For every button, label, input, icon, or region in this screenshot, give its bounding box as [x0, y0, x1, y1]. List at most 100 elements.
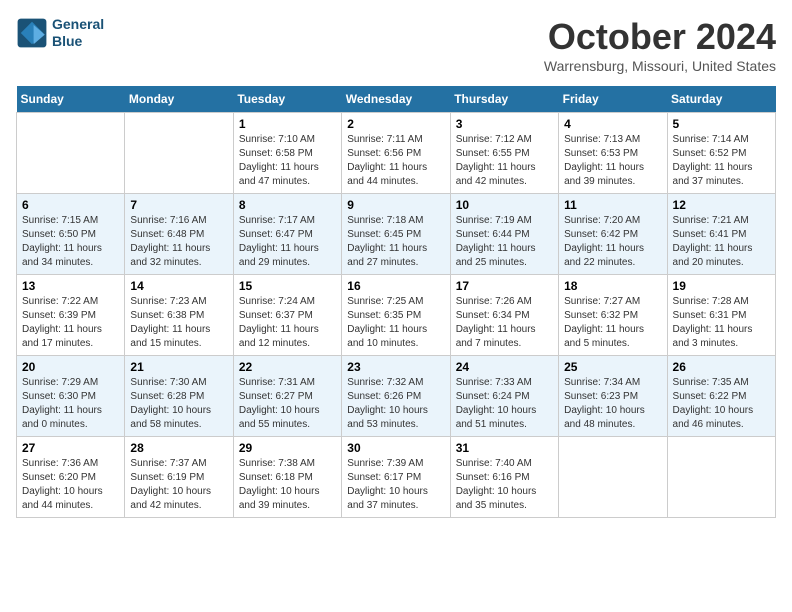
- calendar-week-row: 6 Sunrise: 7:15 AM Sunset: 6:50 PM Daylig…: [17, 194, 776, 275]
- calendar-week-row: 13 Sunrise: 7:22 AM Sunset: 6:39 PM Dayli…: [17, 275, 776, 356]
- day-number: 5: [673, 117, 770, 131]
- day-info: Sunrise: 7:28 AM Sunset: 6:31 PM Dayligh…: [673, 295, 770, 351]
- calendar-cell: 1 Sunrise: 7:10 AM Sunset: 6:58 PM Daylig…: [233, 113, 341, 194]
- calendar-cell: 20 Sunrise: 7:29 AM Sunset: 6:30 PM Dayli…: [17, 356, 125, 437]
- day-info: Sunrise: 7:31 AM Sunset: 6:27 PM Dayligh…: [239, 376, 336, 432]
- day-number: 26: [673, 360, 770, 374]
- calendar-cell: [559, 437, 667, 518]
- calendar-cell: 2Sunrise: 7:11 AM Sunset: 6:56 PM Daylig…: [342, 113, 450, 194]
- day-info: Sunrise: 7:32 AM Sunset: 6:26 PM Dayligh…: [347, 376, 444, 432]
- calendar-cell: 10 Sunrise: 7:19 AM Sunset: 6:44 PM Dayli…: [450, 194, 558, 275]
- calendar-cell: 29Sunrise: 7:38 AM Sunset: 6:18 PM Dayli…: [233, 437, 341, 518]
- day-number: 10: [456, 198, 553, 212]
- day-info: Sunrise: 7:25 AM Sunset: 6:35 PM Dayligh…: [347, 295, 444, 351]
- day-info: Sunrise: 7:29 AM Sunset: 6:30 PM Dayligh…: [22, 376, 119, 432]
- calendar-cell: 31 Sunrise: 7:40 AM Sunset: 6:16 PM Dayli…: [450, 437, 558, 518]
- day-number: 22: [239, 360, 336, 374]
- calendar-cell: 26 Sunrise: 7:35 AM Sunset: 6:22 PM Dayli…: [667, 356, 775, 437]
- weekday-header: Thursday: [450, 86, 558, 113]
- header-row: SundayMondayTuesdayWednesdayThursdayFrid…: [17, 86, 776, 113]
- calendar-cell: 19 Sunrise: 7:28 AM Sunset: 6:31 PM Dayli…: [667, 275, 775, 356]
- calendar-body: 1 Sunrise: 7:10 AM Sunset: 6:58 PM Daylig…: [17, 113, 776, 518]
- day-number: 23: [347, 360, 444, 374]
- calendar-cell: 9Sunrise: 7:18 AM Sunset: 6:45 PM Daylig…: [342, 194, 450, 275]
- calendar-cell: 11Sunrise: 7:20 AM Sunset: 6:42 PM Dayli…: [559, 194, 667, 275]
- day-number: 3: [456, 117, 553, 131]
- day-number: 20: [22, 360, 119, 374]
- day-number: 7: [130, 198, 227, 212]
- calendar-cell: 3Sunrise: 7:12 AM Sunset: 6:55 PM Daylig…: [450, 113, 558, 194]
- day-number: 8: [239, 198, 336, 212]
- day-number: 4: [564, 117, 661, 131]
- day-number: 12: [673, 198, 770, 212]
- calendar-cell: 25 Sunrise: 7:34 AM Sunset: 6:23 PM Dayli…: [559, 356, 667, 437]
- page-header: General Blue October 2024 Warrensburg, M…: [16, 16, 776, 74]
- calendar-cell: 15Sunrise: 7:24 AM Sunset: 6:37 PM Dayli…: [233, 275, 341, 356]
- day-info: Sunrise: 7:33 AM Sunset: 6:24 PM Dayligh…: [456, 376, 553, 432]
- day-info: Sunrise: 7:30 AM Sunset: 6:28 PM Dayligh…: [130, 376, 227, 432]
- calendar-cell: 27 Sunrise: 7:36 AM Sunset: 6:20 PM Dayli…: [17, 437, 125, 518]
- calendar-cell: 23 Sunrise: 7:32 AM Sunset: 6:26 PM Dayli…: [342, 356, 450, 437]
- day-info: Sunrise: 7:13 AM Sunset: 6:53 PM Dayligh…: [564, 133, 661, 189]
- calendar-cell: 22 Sunrise: 7:31 AM Sunset: 6:27 PM Dayli…: [233, 356, 341, 437]
- calendar-cell: 8 Sunrise: 7:17 AM Sunset: 6:47 PM Daylig…: [233, 194, 341, 275]
- day-number: 25: [564, 360, 661, 374]
- calendar-cell: [125, 113, 233, 194]
- day-number: 27: [22, 441, 119, 455]
- location-title: Warrensburg, Missouri, United States: [544, 58, 776, 74]
- logo-text: General Blue: [52, 16, 104, 50]
- day-info: Sunrise: 7:40 AM Sunset: 6:16 PM Dayligh…: [456, 457, 553, 513]
- day-info: Sunrise: 7:17 AM Sunset: 6:47 PM Dayligh…: [239, 214, 336, 270]
- calendar-cell: 5 Sunrise: 7:14 AM Sunset: 6:52 PM Daylig…: [667, 113, 775, 194]
- weekday-header: Monday: [125, 86, 233, 113]
- day-number: 30: [347, 441, 444, 455]
- calendar-header: SundayMondayTuesdayWednesdayThursdayFrid…: [17, 86, 776, 113]
- calendar-week-row: 20 Sunrise: 7:29 AM Sunset: 6:30 PM Dayli…: [17, 356, 776, 437]
- calendar-cell: 7 Sunrise: 7:16 AM Sunset: 6:48 PM Daylig…: [125, 194, 233, 275]
- day-number: 28: [130, 441, 227, 455]
- day-info: Sunrise: 7:34 AM Sunset: 6:23 PM Dayligh…: [564, 376, 661, 432]
- calendar-table: SundayMondayTuesdayWednesdayThursdayFrid…: [16, 86, 776, 518]
- day-info: Sunrise: 7:16 AM Sunset: 6:48 PM Dayligh…: [130, 214, 227, 270]
- calendar-cell: 24 Sunrise: 7:33 AM Sunset: 6:24 PM Dayli…: [450, 356, 558, 437]
- day-info: Sunrise: 7:37 AM Sunset: 6:19 PM Dayligh…: [130, 457, 227, 513]
- day-number: 13: [22, 279, 119, 293]
- day-number: 15: [239, 279, 336, 293]
- day-info: Sunrise: 7:19 AM Sunset: 6:44 PM Dayligh…: [456, 214, 553, 270]
- logo-icon: [16, 17, 48, 49]
- day-number: 31: [456, 441, 553, 455]
- calendar-cell: 16Sunrise: 7:25 AM Sunset: 6:35 PM Dayli…: [342, 275, 450, 356]
- day-number: 11: [564, 198, 661, 212]
- day-number: 17: [456, 279, 553, 293]
- weekday-header: Tuesday: [233, 86, 341, 113]
- day-info: Sunrise: 7:15 AM Sunset: 6:50 PM Dayligh…: [22, 214, 119, 270]
- weekday-header: Friday: [559, 86, 667, 113]
- weekday-header: Wednesday: [342, 86, 450, 113]
- calendar-cell: 18Sunrise: 7:27 AM Sunset: 6:32 PM Dayli…: [559, 275, 667, 356]
- day-number: 24: [456, 360, 553, 374]
- weekday-header: Saturday: [667, 86, 775, 113]
- day-number: 9: [347, 198, 444, 212]
- calendar-cell: 4 Sunrise: 7:13 AM Sunset: 6:53 PM Daylig…: [559, 113, 667, 194]
- calendar-cell: 30Sunrise: 7:39 AM Sunset: 6:17 PM Dayli…: [342, 437, 450, 518]
- day-number: 6: [22, 198, 119, 212]
- day-number: 1: [239, 117, 336, 131]
- day-info: Sunrise: 7:35 AM Sunset: 6:22 PM Dayligh…: [673, 376, 770, 432]
- calendar-cell: 28 Sunrise: 7:37 AM Sunset: 6:19 PM Dayli…: [125, 437, 233, 518]
- day-info: Sunrise: 7:36 AM Sunset: 6:20 PM Dayligh…: [22, 457, 119, 513]
- calendar-cell: [17, 113, 125, 194]
- calendar-cell: 12 Sunrise: 7:21 AM Sunset: 6:41 PM Dayli…: [667, 194, 775, 275]
- day-number: 29: [239, 441, 336, 455]
- day-info: Sunrise: 7:23 AM Sunset: 6:38 PM Dayligh…: [130, 295, 227, 351]
- calendar-week-row: 1 Sunrise: 7:10 AM Sunset: 6:58 PM Daylig…: [17, 113, 776, 194]
- day-number: 19: [673, 279, 770, 293]
- day-info: Sunrise: 7:21 AM Sunset: 6:41 PM Dayligh…: [673, 214, 770, 270]
- month-title: October 2024: [544, 16, 776, 58]
- calendar-cell: 14Sunrise: 7:23 AM Sunset: 6:38 PM Dayli…: [125, 275, 233, 356]
- day-info: Sunrise: 7:10 AM Sunset: 6:58 PM Dayligh…: [239, 133, 336, 189]
- day-number: 21: [130, 360, 227, 374]
- day-info: Sunrise: 7:22 AM Sunset: 6:39 PM Dayligh…: [22, 295, 119, 351]
- day-info: Sunrise: 7:27 AM Sunset: 6:32 PM Dayligh…: [564, 295, 661, 351]
- day-info: Sunrise: 7:26 AM Sunset: 6:34 PM Dayligh…: [456, 295, 553, 351]
- day-info: Sunrise: 7:14 AM Sunset: 6:52 PM Dayligh…: [673, 133, 770, 189]
